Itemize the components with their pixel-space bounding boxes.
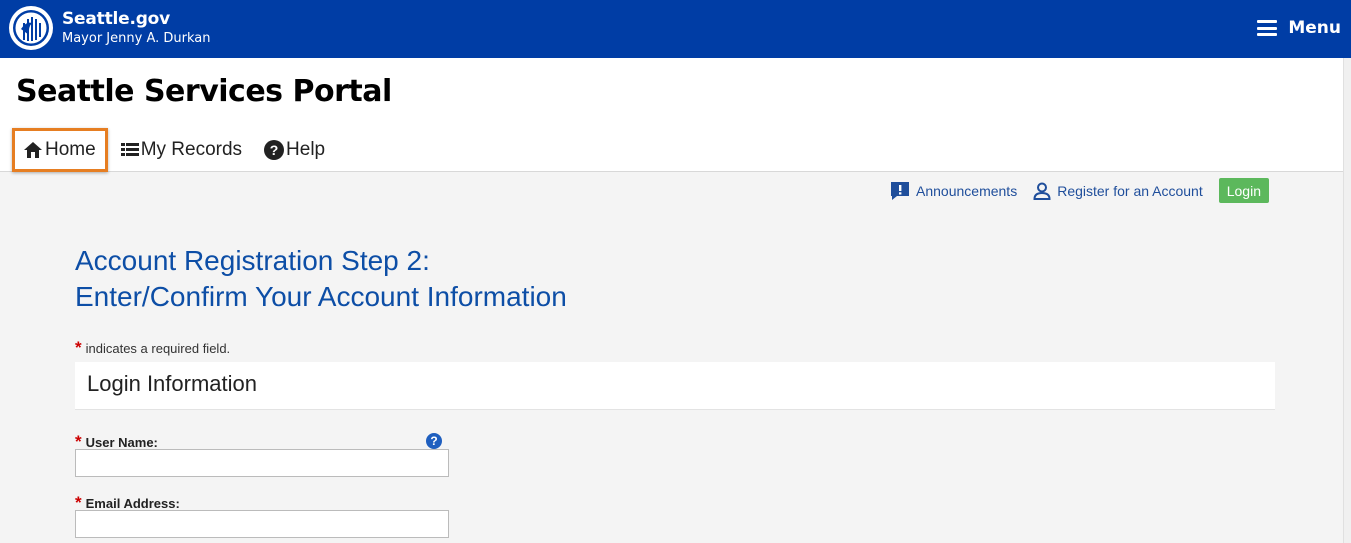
nav-my-records-label: My Records bbox=[140, 139, 243, 160]
login-information-section: Login Information bbox=[75, 362, 1275, 410]
register-label: Register for an Account bbox=[1057, 182, 1203, 199]
nav-home[interactable]: Home bbox=[12, 128, 108, 172]
utility-links: Announcements Register for an Account Lo… bbox=[890, 178, 1269, 203]
section-title: Login Information bbox=[87, 371, 257, 396]
announcements-link[interactable]: Announcements bbox=[890, 181, 1017, 201]
page-title: Seattle Services Portal bbox=[16, 74, 392, 109]
required-asterisk: * bbox=[75, 338, 82, 357]
username-label-text: User Name: bbox=[85, 434, 158, 450]
email-input[interactable] bbox=[75, 510, 449, 538]
home-icon bbox=[24, 142, 42, 158]
hamburger-icon bbox=[1257, 20, 1278, 36]
menu-label: Menu bbox=[1288, 18, 1341, 38]
nav-help[interactable]: ? Help bbox=[254, 128, 335, 172]
announcements-label: Announcements bbox=[916, 182, 1018, 199]
seattle-logo[interactable] bbox=[9, 6, 53, 50]
heading-line-2: Enter/Confirm Your Account Information bbox=[75, 281, 567, 312]
portal-header: Seattle Services Portal Home My Records … bbox=[0, 58, 1343, 172]
site-topbar: Seattle.gov Mayor Jenny A. Durkan Menu bbox=[0, 0, 1351, 58]
register-link[interactable]: Register for an Account bbox=[1033, 182, 1203, 200]
announcement-icon bbox=[891, 181, 910, 200]
scrollbar[interactable] bbox=[1343, 58, 1351, 543]
page-heading: Account Registration Step 2: Enter/Confi… bbox=[75, 243, 567, 315]
user-icon bbox=[1033, 182, 1051, 200]
brand-title[interactable]: Seattle.gov bbox=[62, 9, 170, 29]
login-button[interactable]: Login bbox=[1218, 178, 1269, 203]
help-icon[interactable]: ? bbox=[426, 433, 442, 449]
question-circle-icon: ? bbox=[264, 140, 285, 160]
heading-line-1: Account Registration Step 2: bbox=[75, 245, 430, 276]
brand-subtitle: Mayor Jenny A. Durkan bbox=[62, 31, 211, 46]
nav-home-label: Home bbox=[45, 139, 96, 160]
list-icon bbox=[120, 143, 139, 156]
svg-text:?: ? bbox=[270, 142, 279, 158]
nav-help-label: Help bbox=[286, 139, 326, 160]
email-label-text: Email Address: bbox=[85, 495, 180, 511]
required-note-text: indicates a required field. bbox=[85, 341, 231, 356]
main-nav: Home My Records ? Help bbox=[12, 128, 335, 172]
username-input[interactable] bbox=[75, 449, 449, 477]
nav-my-records[interactable]: My Records bbox=[111, 128, 252, 172]
menu-button[interactable]: Menu bbox=[1257, 14, 1341, 42]
required-note: * indicates a required field. bbox=[75, 338, 230, 358]
